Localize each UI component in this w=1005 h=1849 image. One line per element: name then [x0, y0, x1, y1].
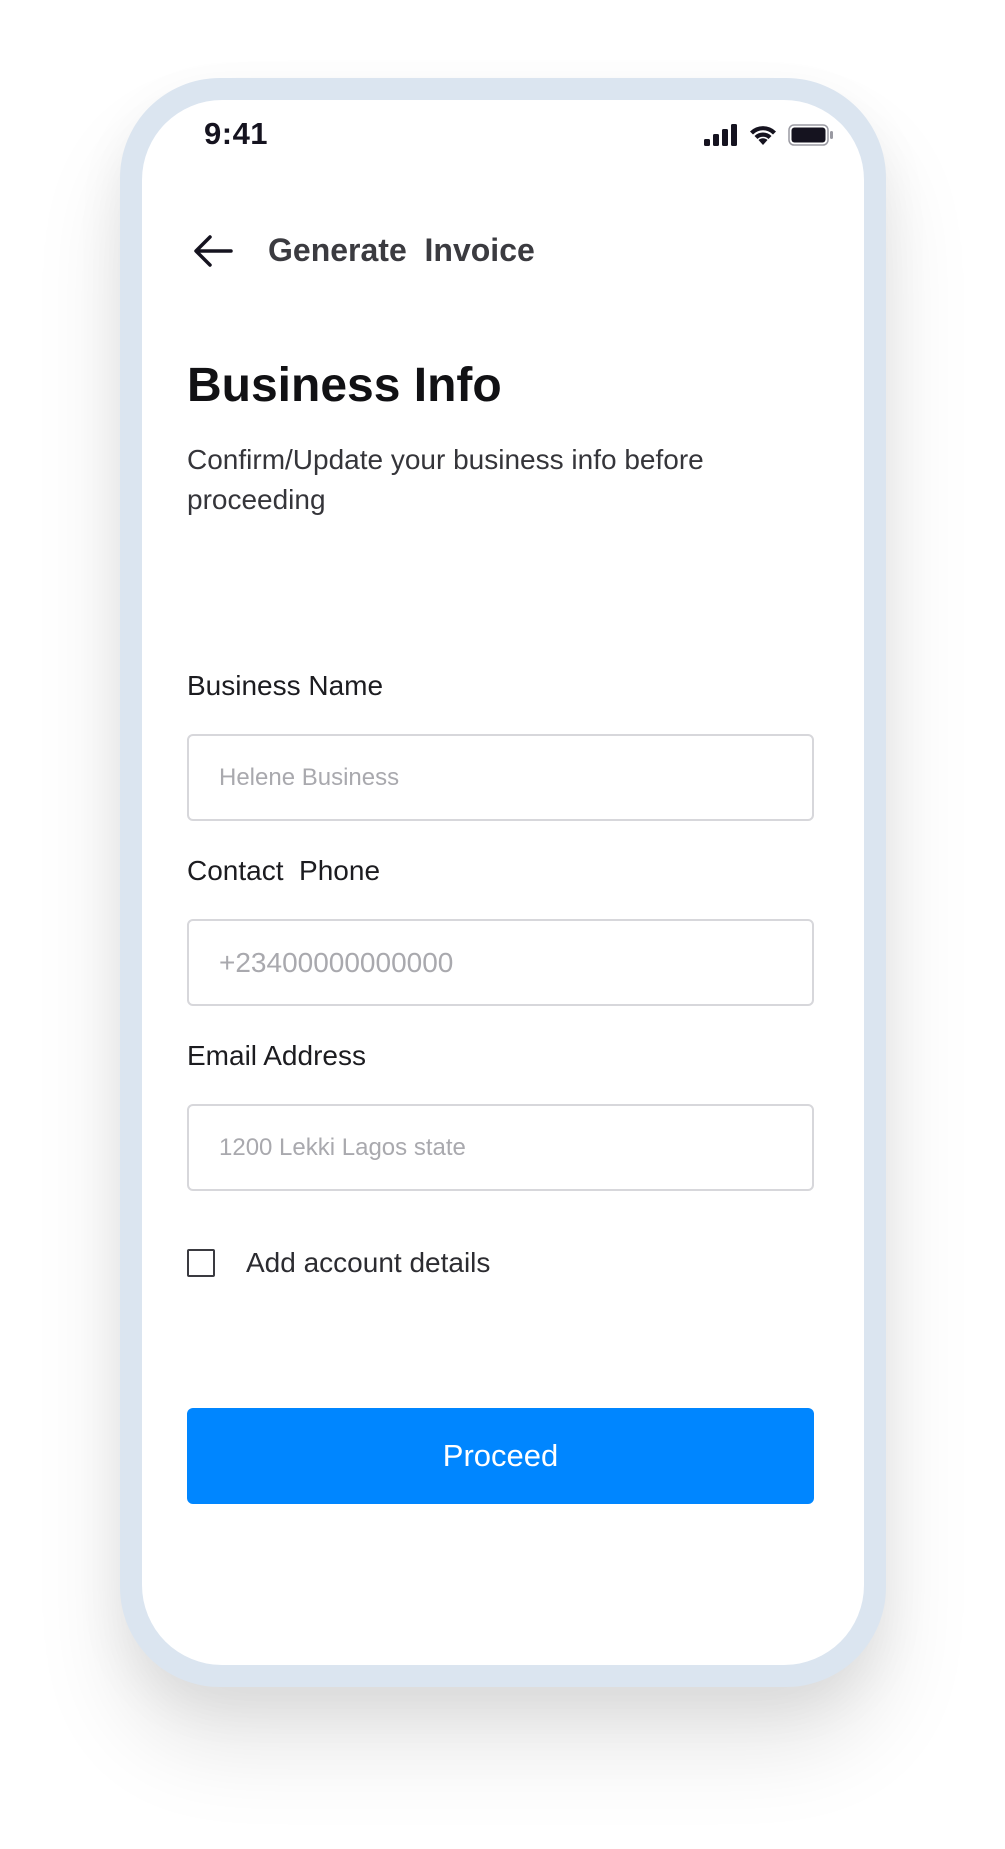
signal-icon: [704, 124, 738, 146]
add-account-details-row[interactable]: Add account details: [187, 1247, 490, 1279]
back-button[interactable]: [188, 228, 238, 278]
status-icons: [704, 124, 834, 146]
header-title: Generate Invoice: [268, 232, 535, 268]
arrow-left-icon: [193, 234, 233, 273]
wifi-icon: [748, 124, 778, 146]
page-subtitle: Confirm/Update your business info before…: [187, 444, 704, 515]
business-name-input[interactable]: [187, 734, 814, 821]
phone-screen: 9:41 Generate Invoice Business Info Conf…: [142, 100, 864, 1665]
add-account-details-checkbox[interactable]: [187, 1249, 215, 1277]
status-time: 9:41: [204, 116, 269, 151]
email-address-input[interactable]: [187, 1104, 814, 1191]
phone-frame: 9:41 Generate Invoice Business Info Conf…: [120, 78, 886, 1687]
business-name-label: Business Name: [187, 670, 384, 701]
contact-phone-label: Contact Phone: [187, 855, 381, 886]
battery-icon: [788, 124, 834, 146]
email-address-label: Email Address: [187, 1040, 366, 1071]
stage: 9:41 Generate Invoice Business Info Conf…: [0, 0, 1005, 1849]
contact-phone-input[interactable]: [187, 919, 814, 1006]
proceed-button[interactable]: Proceed: [187, 1408, 814, 1504]
page-title: Business Info: [187, 359, 502, 412]
add-account-details-label: Add account details: [246, 1247, 491, 1278]
